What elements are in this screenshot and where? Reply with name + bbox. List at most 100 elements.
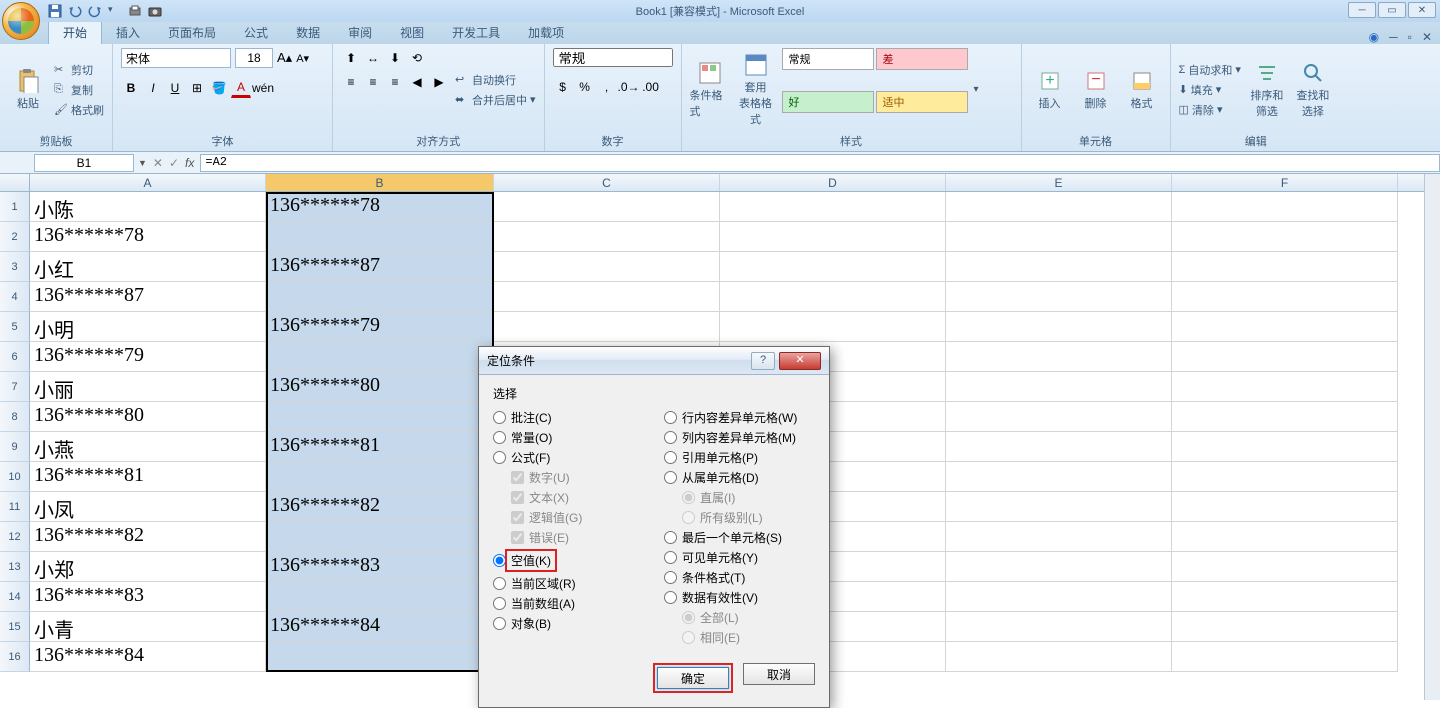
cell-B4[interactable]	[266, 282, 494, 312]
cell-B15[interactable]: 136******84	[266, 612, 494, 642]
opt-col-diff[interactable]: 列内容差异单元格(M)	[664, 429, 815, 446]
tab-review[interactable]: 审阅	[334, 21, 386, 44]
select-all-corner[interactable]	[0, 174, 30, 191]
row-header[interactable]: 8	[0, 402, 30, 432]
row-header[interactable]: 6	[0, 342, 30, 372]
comma-icon[interactable]: ,	[597, 77, 617, 97]
grow-font-icon[interactable]: A▴	[277, 50, 292, 66]
conditional-format-button[interactable]: 条件格式	[690, 48, 730, 131]
cell-F16[interactable]	[1172, 642, 1398, 672]
copy-button[interactable]: ⎘复制	[54, 81, 104, 99]
align-center-icon[interactable]: ≡	[363, 72, 383, 92]
cell-F12[interactable]	[1172, 522, 1398, 552]
cell-C1[interactable]	[494, 192, 720, 222]
cell-A1[interactable]: 小陈	[30, 192, 266, 222]
col-header-a[interactable]: A	[30, 174, 266, 191]
col-header-d[interactable]: D	[720, 174, 946, 191]
tab-addins[interactable]: 加载项	[514, 21, 578, 44]
cell-A3[interactable]: 小红	[30, 252, 266, 282]
align-left-icon[interactable]: ≡	[341, 72, 361, 92]
cell-A4[interactable]: 136******87	[30, 282, 266, 312]
cell-A8[interactable]: 136******80	[30, 402, 266, 432]
close-button[interactable]: ✕	[1408, 2, 1436, 18]
styles-more-icon[interactable]: ▾	[974, 84, 979, 95]
dialog-titlebar[interactable]: 定位条件 ? ✕	[479, 347, 829, 375]
number-format-select[interactable]	[553, 48, 673, 67]
cell-D4[interactable]	[720, 282, 946, 312]
opt-cond-format[interactable]: 条件格式(T)	[664, 569, 815, 586]
ribbon-restore-icon[interactable]: ▫	[1408, 30, 1412, 44]
cell-F9[interactable]	[1172, 432, 1398, 462]
cell-E2[interactable]	[946, 222, 1172, 252]
row-header[interactable]: 9	[0, 432, 30, 462]
col-header-c[interactable]: C	[494, 174, 720, 191]
cell-F10[interactable]	[1172, 462, 1398, 492]
name-box[interactable]: B1	[34, 154, 134, 172]
cut-button[interactable]: ✂剪切	[54, 61, 104, 79]
camera-icon[interactable]	[148, 4, 162, 18]
col-header-b[interactable]: B	[266, 174, 494, 191]
ribbon-minimize-icon[interactable]: ─	[1389, 30, 1398, 44]
style-neutral[interactable]: 适中	[876, 91, 968, 113]
font-color-button[interactable]: A	[231, 78, 251, 98]
cell-B9[interactable]: 136******81	[266, 432, 494, 462]
tab-home[interactable]: 开始	[48, 20, 102, 44]
cell-B14[interactable]	[266, 582, 494, 612]
cell-D1[interactable]	[720, 192, 946, 222]
opt-comments[interactable]: 批注(C)	[493, 409, 644, 426]
merge-center-button[interactable]: ⬌合并后居中▾	[455, 91, 536, 109]
row-header[interactable]: 4	[0, 282, 30, 312]
cell-A16[interactable]: 136******84	[30, 642, 266, 672]
row-header[interactable]: 7	[0, 372, 30, 402]
cell-E10[interactable]	[946, 462, 1172, 492]
cell-D2[interactable]	[720, 222, 946, 252]
opt-row-diff[interactable]: 行内容差异单元格(W)	[664, 409, 815, 426]
save-icon[interactable]	[48, 4, 62, 18]
tab-insert[interactable]: 插入	[102, 21, 154, 44]
cell-B6[interactable]	[266, 342, 494, 372]
cell-C2[interactable]	[494, 222, 720, 252]
opt-last-cell[interactable]: 最后一个单元格(S)	[664, 529, 815, 546]
cell-D3[interactable]	[720, 252, 946, 282]
wrap-text-button[interactable]: ↩自动换行	[455, 71, 536, 89]
insert-cells-button[interactable]: +插入	[1030, 48, 1070, 131]
orientation-icon[interactable]: ⟲	[407, 48, 427, 68]
row-header[interactable]: 1	[0, 192, 30, 222]
cell-B1[interactable]: 136******78	[266, 192, 494, 222]
fx-icon[interactable]: fx	[185, 156, 194, 170]
cell-A5[interactable]: 小明	[30, 312, 266, 342]
cell-A9[interactable]: 小燕	[30, 432, 266, 462]
enter-formula-icon[interactable]: ✓	[169, 156, 179, 170]
delete-cells-button[interactable]: −删除	[1076, 48, 1116, 131]
row-header[interactable]: 14	[0, 582, 30, 612]
italic-button[interactable]: I	[143, 78, 163, 98]
vertical-scrollbar[interactable]	[1424, 174, 1440, 700]
cell-C4[interactable]	[494, 282, 720, 312]
opt-current-array[interactable]: 当前数组(A)	[493, 595, 644, 612]
format-painter-button[interactable]: 🖌格式刷	[54, 101, 104, 119]
percent-icon[interactable]: %	[575, 77, 595, 97]
cell-E13[interactable]	[946, 552, 1172, 582]
bold-button[interactable]: B	[121, 78, 141, 98]
cell-B13[interactable]: 136******83	[266, 552, 494, 582]
cell-A14[interactable]: 136******83	[30, 582, 266, 612]
namebox-dropdown-icon[interactable]: ▼	[138, 158, 147, 168]
opt-constants[interactable]: 常量(O)	[493, 429, 644, 446]
cell-F11[interactable]	[1172, 492, 1398, 522]
cell-F5[interactable]	[1172, 312, 1398, 342]
cell-A10[interactable]: 136******81	[30, 462, 266, 492]
cell-A12[interactable]: 136******82	[30, 522, 266, 552]
cell-B8[interactable]	[266, 402, 494, 432]
tab-formulas[interactable]: 公式	[230, 21, 282, 44]
phonetic-button[interactable]: wén	[253, 78, 273, 98]
dialog-help-button[interactable]: ?	[751, 352, 775, 370]
col-header-f[interactable]: F	[1172, 174, 1398, 191]
align-middle-icon[interactable]: ↔	[363, 48, 383, 68]
cell-E12[interactable]	[946, 522, 1172, 552]
fill-button[interactable]: ⬇填充▾	[1179, 81, 1241, 99]
paste-button[interactable]: 粘贴	[8, 48, 48, 131]
cell-F14[interactable]	[1172, 582, 1398, 612]
cell-C5[interactable]	[494, 312, 720, 342]
opt-validation[interactable]: 数据有效性(V)	[664, 589, 815, 606]
cell-E5[interactable]	[946, 312, 1172, 342]
